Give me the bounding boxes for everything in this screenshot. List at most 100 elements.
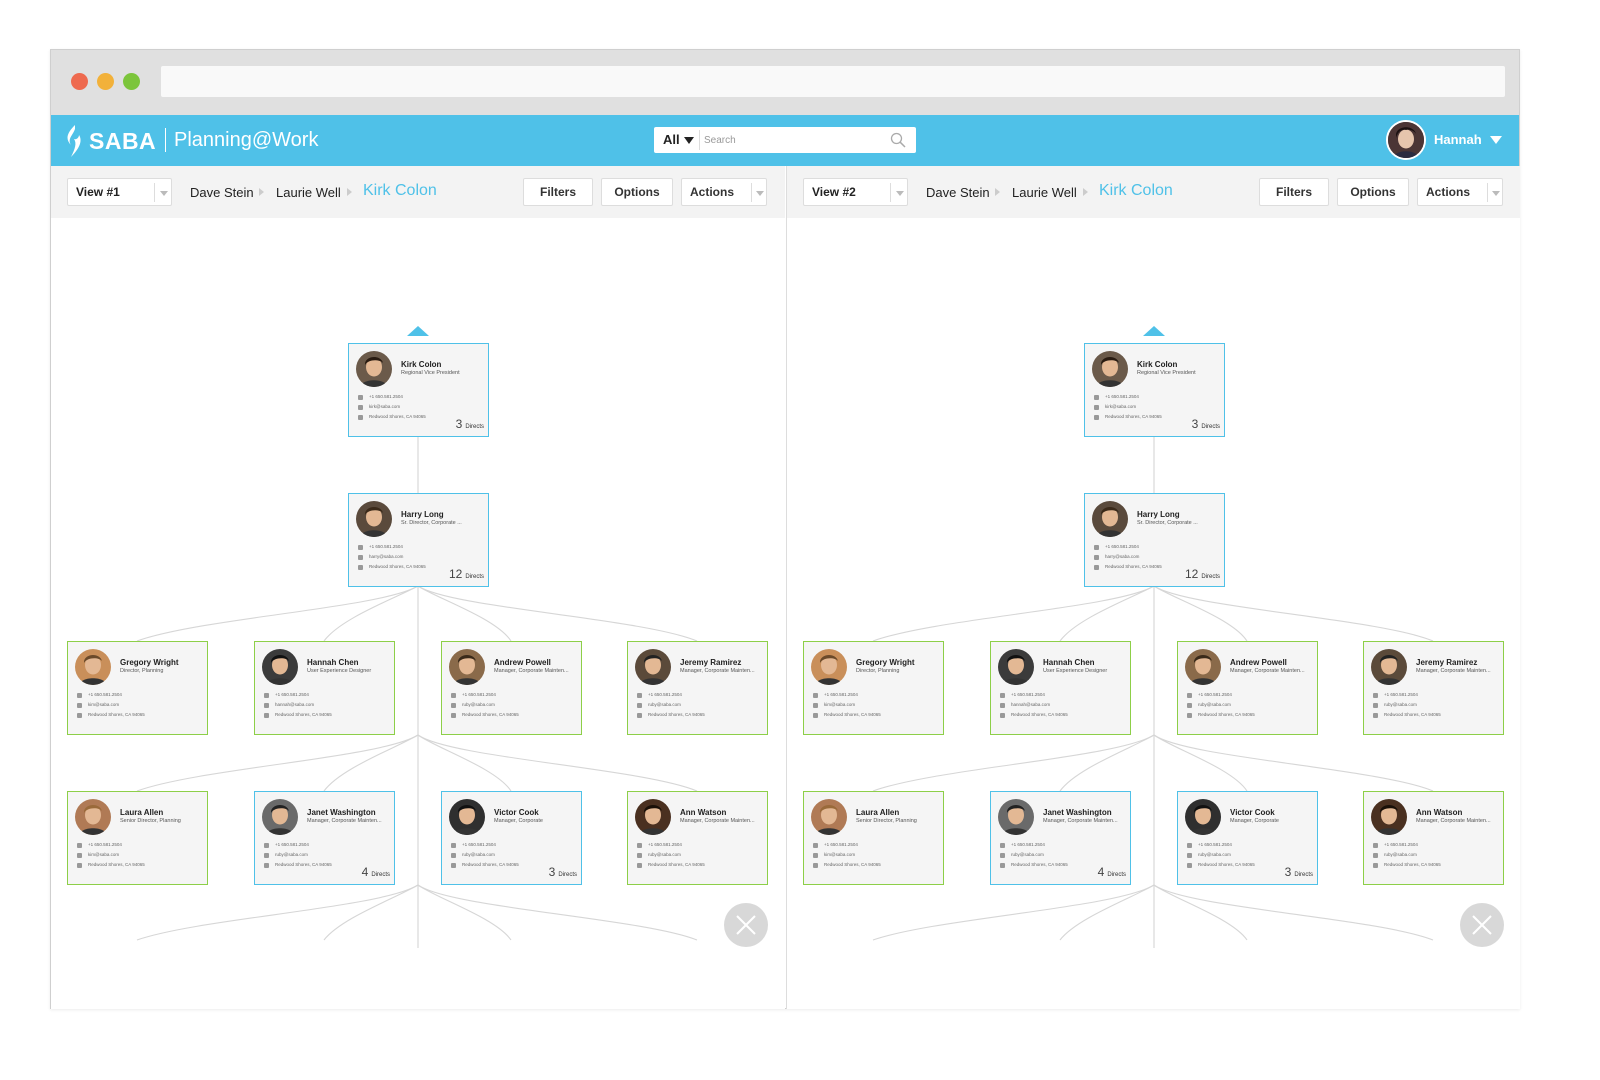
person-card[interactable]: Harry Long Sr. Director, Corporate ... +… [1084, 493, 1225, 587]
user-name[interactable]: Hannah [1434, 132, 1482, 147]
directs-count[interactable]: 3 Directs [1285, 863, 1313, 881]
email-text[interactable]: ruby@saba.com [1384, 702, 1417, 707]
person-card[interactable]: Hannah Chen User Experience Designer +1 … [990, 641, 1131, 735]
expand-up-icon[interactable] [407, 326, 429, 336]
close-window-dot[interactable] [71, 73, 88, 90]
user-photo-icon [1388, 122, 1424, 158]
person-card[interactable]: Jeremy Ramirez Manager, Corporate Mainte… [1363, 641, 1504, 735]
location-pin-icon [451, 863, 456, 868]
email-text[interactable]: kim@saba.com [88, 852, 119, 857]
directs-count[interactable]: 12 Directs [1185, 565, 1220, 583]
email-text[interactable]: ruby@saba.com [1011, 852, 1044, 857]
search-input[interactable] [704, 131, 884, 149]
person-card[interactable]: Kirk Colon Regional Vice President +1 65… [348, 343, 489, 437]
user-menu-chevron-icon[interactable] [1490, 136, 1502, 144]
directs-count[interactable]: 3 Directs [456, 415, 484, 433]
email-text[interactable]: harry@saba.com [369, 554, 403, 559]
person-card[interactable]: Jeremy Ramirez Manager, Corporate Mainte… [627, 641, 768, 735]
email-text[interactable]: kirk@saba.com [369, 404, 400, 409]
person-photo-icon [1371, 799, 1407, 835]
chevron-down-icon[interactable] [896, 191, 904, 196]
breadcrumb-item[interactable]: Dave Stein [190, 185, 254, 200]
person-avatar [356, 501, 392, 537]
directs-count[interactable]: 4 Directs [362, 863, 390, 881]
org-chart-canvas[interactable]: Kirk Colon Regional Vice President +1 65… [787, 218, 1521, 1009]
location-text: Redwood Shores, CA 94065 [369, 414, 426, 419]
person-card[interactable]: Kirk Colon Regional Vice President +1 65… [1084, 343, 1225, 437]
person-title: Sr. Director, Corporate ... [1137, 520, 1198, 526]
person-card[interactable]: Andrew Powell Manager, Corporate Mainten… [441, 641, 582, 735]
person-avatar [1092, 501, 1128, 537]
options-button[interactable]: Options [1337, 178, 1409, 206]
person-photo-icon [75, 649, 111, 685]
directs-count[interactable]: 12 Directs [449, 565, 484, 583]
expand-up-icon[interactable] [1143, 326, 1165, 336]
maximize-window-dot[interactable] [123, 73, 140, 90]
email-text[interactable]: hannah@saba.com [275, 702, 314, 707]
user-avatar[interactable] [1386, 120, 1426, 160]
email-text[interactable]: kim@saba.com [88, 702, 119, 707]
options-button[interactable]: Options [601, 178, 673, 206]
search-scope-select[interactable]: All [663, 132, 680, 147]
view-select[interactable]: View #1 [67, 178, 172, 206]
person-card[interactable]: Hannah Chen User Experience Designer +1 … [254, 641, 395, 735]
person-card[interactable]: Janet Washington Manager, Corporate Main… [254, 791, 395, 885]
breadcrumb-item[interactable]: Laurie Well [276, 185, 341, 200]
person-card[interactable]: Laura Allen Senior Director, Planning +1… [67, 791, 208, 885]
search-icon[interactable] [890, 132, 906, 148]
person-title: Manager, Corporate Mainten... [307, 818, 382, 824]
email-row: kim@saba.com [813, 702, 933, 710]
address-bar[interactable] [161, 66, 1505, 97]
minimize-window-dot[interactable] [97, 73, 114, 90]
location-pin-icon [1373, 863, 1378, 868]
person-card[interactable]: Laura Allen Senior Director, Planning +1… [803, 791, 944, 885]
location-pin-icon [1187, 713, 1192, 718]
actions-button[interactable]: Actions [1417, 178, 1503, 206]
email-icon [1000, 703, 1005, 708]
person-card[interactable]: Victor Cook Manager, Corporate +1 650.58… [441, 791, 582, 885]
chevron-down-icon[interactable] [1492, 191, 1500, 196]
email-text[interactable]: ruby@saba.com [275, 852, 308, 857]
chevron-down-icon[interactable] [160, 191, 168, 196]
phone-text: +1 650.581.2504 [1105, 394, 1139, 399]
person-card[interactable]: Victor Cook Manager, Corporate +1 650.58… [1177, 791, 1318, 885]
close-pane-button[interactable] [724, 903, 768, 947]
email-text[interactable]: ruby@saba.com [1198, 852, 1231, 857]
email-text[interactable]: kim@saba.com [824, 702, 855, 707]
person-card[interactable]: Janet Washington Manager, Corporate Main… [990, 791, 1131, 885]
person-card[interactable]: Andrew Powell Manager, Corporate Mainten… [1177, 641, 1318, 735]
location-row: Redwood Shores, CA 94065 [77, 862, 197, 870]
email-text[interactable]: kim@saba.com [824, 852, 855, 857]
person-card[interactable]: Ann Watson Manager, Corporate Mainten...… [1363, 791, 1504, 885]
person-card[interactable]: Gregory Wright Director, Planning +1 650… [67, 641, 208, 735]
email-text[interactable]: hannah@saba.com [1011, 702, 1050, 707]
directs-count[interactable]: 3 Directs [549, 863, 577, 881]
breadcrumb-item[interactable]: Laurie Well [1012, 185, 1077, 200]
filters-button[interactable]: Filters [1259, 178, 1329, 206]
person-title: Director, Planning [856, 668, 900, 674]
email-text[interactable]: ruby@saba.com [462, 702, 495, 707]
close-pane-button[interactable] [1460, 903, 1504, 947]
view-select[interactable]: View #2 [803, 178, 908, 206]
person-card[interactable]: Gregory Wright Director, Planning +1 650… [803, 641, 944, 735]
person-card[interactable]: Harry Long Sr. Director, Corporate ... +… [348, 493, 489, 587]
email-text[interactable]: ruby@saba.com [648, 702, 681, 707]
email-text[interactable]: harry@saba.com [1105, 554, 1139, 559]
email-text[interactable]: kirk@saba.com [1105, 404, 1136, 409]
directs-count[interactable]: 3 Directs [1192, 415, 1220, 433]
chevron-down-icon[interactable] [756, 191, 764, 196]
actions-button[interactable]: Actions [681, 178, 767, 206]
email-text[interactable]: ruby@saba.com [1198, 702, 1231, 707]
person-card[interactable]: Ann Watson Manager, Corporate Mainten...… [627, 791, 768, 885]
org-chart-canvas[interactable]: Kirk Colon Regional Vice President +1 65… [51, 218, 785, 1009]
brand-logo[interactable]: SABA [89, 128, 156, 155]
phone-icon [637, 693, 642, 698]
email-text[interactable]: ruby@saba.com [462, 852, 495, 857]
filters-button[interactable]: Filters [523, 178, 593, 206]
chevron-down-icon[interactable] [684, 137, 694, 144]
email-text[interactable]: ruby@saba.com [648, 852, 681, 857]
email-icon [1373, 703, 1378, 708]
breadcrumb-item[interactable]: Dave Stein [926, 185, 990, 200]
directs-count[interactable]: 4 Directs [1098, 863, 1126, 881]
email-text[interactable]: ruby@saba.com [1384, 852, 1417, 857]
